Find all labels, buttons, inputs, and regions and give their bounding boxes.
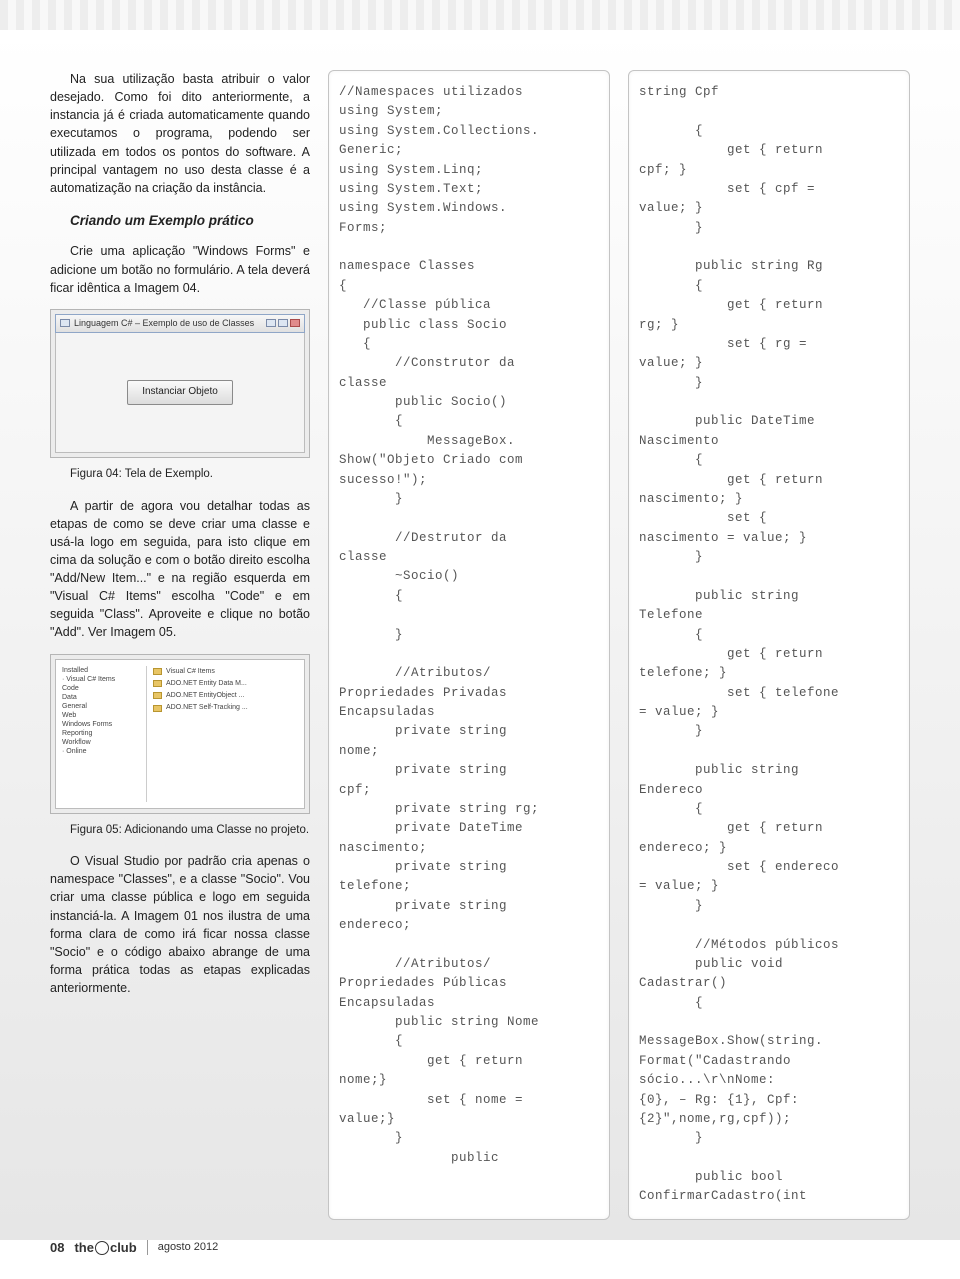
page-number: 08	[50, 1240, 64, 1255]
page-top-decoration	[0, 0, 960, 30]
tree-item: General	[62, 702, 143, 711]
list-item: ADO.NET Self-Tracking ...	[153, 702, 298, 714]
tree-item: Code	[62, 684, 143, 693]
list-item: ADO.NET EntityObject ...	[153, 690, 298, 702]
window-title: Linguagem C# – Exemplo de uso de Classes	[74, 317, 254, 330]
figure-05-caption: Figura 05: Adicionando uma Classe no pro…	[70, 822, 310, 839]
tree-item: · Online	[62, 747, 143, 756]
file-icon	[153, 705, 162, 712]
paragraph-1: Na sua utilização basta atribuir o valor…	[50, 70, 310, 197]
tree-item: Web	[62, 711, 143, 720]
tree-item: Windows Forms	[62, 720, 143, 729]
figure-05: Installed · Visual C# Items Code Data Ge…	[50, 654, 310, 814]
file-icon	[153, 668, 162, 675]
page-footer: 08 theclub agosto 2012	[0, 1240, 960, 1279]
paragraph-3: A partir de agora vou detalhar todas as …	[50, 497, 310, 642]
dialog-area: Installed · Visual C# Items Code Data Ge…	[55, 659, 305, 809]
file-icon	[153, 680, 162, 687]
tree-item: Data	[62, 693, 143, 702]
code-listing-a: //Namespaces utilizados using System; us…	[328, 70, 610, 1220]
template-list: Visual C# Items ADO.NET Entity Data M...…	[153, 666, 298, 802]
list-item: Visual C# Items	[153, 666, 298, 678]
brand-logo: theclub	[74, 1240, 147, 1255]
minimize-icon	[266, 319, 276, 327]
article-column: Na sua utilização basta atribuir o valor…	[50, 70, 310, 1220]
tree-item: Workflow	[62, 738, 143, 747]
code-listing-b: string Cpf { get { return cpf; } set { c…	[628, 70, 910, 1220]
issue-date: agosto 2012	[158, 1241, 219, 1253]
paragraph-2: Crie uma aplicação "Windows Forms" e adi…	[50, 242, 310, 296]
tree-item: · Visual C# Items	[62, 675, 143, 684]
tree-item: Installed	[62, 666, 143, 675]
tree-item: Reporting	[62, 729, 143, 738]
app-icon	[60, 319, 70, 327]
template-tree: Installed · Visual C# Items Code Data Ge…	[62, 666, 147, 802]
list-item: ADO.NET Entity Data M...	[153, 678, 298, 690]
figure-04: Linguagem C# – Exemplo de uso de Classes…	[50, 309, 310, 458]
page-content: Na sua utilização basta atribuir o valor…	[0, 30, 960, 1240]
file-icon	[153, 692, 162, 699]
paragraph-4: O Visual Studio por padrão cria apenas o…	[50, 852, 310, 997]
ring-icon	[95, 1241, 109, 1255]
window-client-area: Instanciar Objeto	[55, 333, 305, 453]
window-titlebar: Linguagem C# – Exemplo de uso de Classes	[55, 314, 305, 333]
close-icon	[290, 319, 300, 327]
section-heading: Criando um Exemplo prático	[70, 211, 310, 231]
figure-04-caption: Figura 04: Tela de Exemplo.	[70, 466, 310, 483]
instanciar-button: Instanciar Objeto	[127, 380, 233, 405]
maximize-icon	[278, 319, 288, 327]
